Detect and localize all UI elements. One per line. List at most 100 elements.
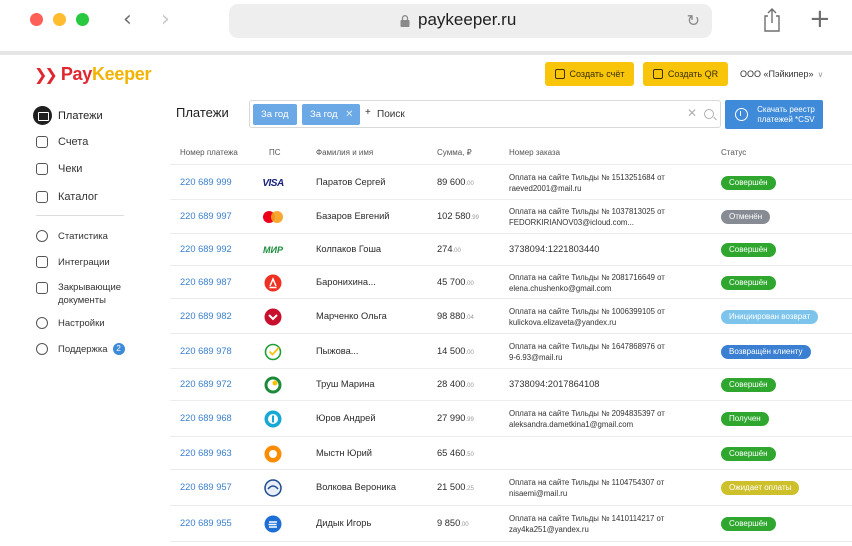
status-badge: Отменён (721, 210, 771, 224)
maximize-window-button[interactable] (76, 13, 89, 26)
customer-name: Базаров Евгений (316, 211, 390, 221)
rshb-icon (262, 376, 284, 394)
new-tab-plus-icon[interactable]: + (809, 4, 831, 34)
address-bar[interactable]: paykeeper.ru ↻ (229, 4, 712, 38)
lock-icon (400, 15, 410, 27)
table-row[interactable]: 220 689 968 Юров Андрей 27 990.99 Оплата на… (170, 401, 852, 437)
column-header-payment-system[interactable]: ПС (269, 148, 281, 157)
payment-number-link[interactable]: 220 689 997 (180, 211, 232, 221)
sidebar-divider (36, 215, 124, 216)
customer-name: Марченко Ольга (316, 311, 387, 321)
download-icon (735, 108, 748, 121)
sidebar-item-catalog[interactable]: Каталог (36, 191, 98, 203)
company-menu[interactable]: ООО «Пэйкипер» ∨ (740, 69, 823, 79)
payment-number-link[interactable]: 220 689 957 (180, 482, 232, 492)
create-qr-button[interactable]: Создать QR (643, 62, 728, 86)
customer-name: Волкова Вероника (316, 482, 397, 492)
payment-number-link[interactable]: 220 689 978 (180, 346, 232, 356)
payment-number-link[interactable]: 220 689 963 (180, 448, 232, 458)
payment-number-link[interactable]: 220 689 972 (180, 379, 232, 389)
sidebar-item-receipts[interactable]: Чеки (36, 163, 82, 175)
column-header-status[interactable]: Статус (721, 148, 746, 157)
customer-name: Колпаков Гоша (316, 244, 382, 254)
column-header-sum[interactable]: Сумма, ₽ (437, 148, 472, 157)
share-icon[interactable] (762, 8, 782, 32)
sidebar-item-support[interactable]: Поддержка 2 (36, 343, 125, 355)
table-row[interactable]: 220 689 963 Мыстн Юрий 65 460.50 Совершён (170, 437, 852, 470)
status-badge: Совершён (721, 447, 776, 461)
table-row[interactable]: 220 689 955 Дидык Игорь 9 850.00 Оплата на … (170, 506, 852, 542)
table-row[interactable]: 220 689 972 Труш Марина 28 400.00 3738094:2… (170, 369, 852, 401)
table-row[interactable]: 220 689 992 МИР Колпаков Гоша 274.00 3738094… (170, 234, 852, 266)
paykeeper-logo[interactable]: ❯❯ PayKeeper (34, 63, 151, 85)
period-filter-chip[interactable]: За год (253, 104, 297, 125)
status-badge: Получен (721, 412, 769, 426)
tinkoff-pay-icon (262, 410, 284, 428)
table-row[interactable]: 220 689 957 Волкова Вероника 21 500.25 Опла… (170, 470, 852, 506)
payment-number-link[interactable]: 220 689 999 (180, 177, 232, 187)
order-number: Оплата на сайте Тильды № 1006399105 от ku… (509, 307, 665, 327)
column-header-order-number[interactable]: Номер заказа (509, 148, 560, 157)
column-header-name[interactable]: Фамилия и имя (316, 148, 373, 157)
clear-search-icon[interactable]: ✕ (687, 106, 697, 120)
sidebar-item-statistics[interactable]: Статистика (36, 230, 108, 242)
close-window-button[interactable] (30, 13, 43, 26)
visa-icon: VISA (262, 177, 284, 189)
psb-icon (262, 308, 284, 326)
add-filter-icon[interactable]: + (365, 107, 371, 118)
vtb-pay-icon (262, 515, 284, 533)
customer-name: Дидык Игорь (316, 518, 372, 528)
payment-amount: 21 500.25 (437, 482, 474, 492)
sidebar-item-label: Поддержка (58, 343, 108, 355)
customer-name: Труш Марина (316, 379, 375, 389)
table-row[interactable]: 220 689 987 Баронихина... 45 700.00 Оплата … (170, 266, 852, 299)
payment-number-link[interactable]: 220 689 987 (180, 277, 232, 287)
sidebar-item-invoices[interactable]: Счета (36, 136, 88, 148)
qr-icon (652, 69, 663, 79)
qiwi-icon (262, 445, 284, 463)
page-title: Платежи (176, 105, 229, 120)
status-badge: Совершён (721, 276, 776, 290)
customer-name: Паратов Сергей (316, 177, 386, 187)
remove-chip-icon[interactable]: ✕ (345, 104, 353, 125)
gazprom-icon (262, 479, 284, 497)
sidebar-item-settings[interactable]: Настройки (36, 317, 105, 329)
minimize-window-button[interactable] (53, 13, 66, 26)
order-number: Оплата на сайте Тильды № 1410114217 от za… (509, 514, 665, 534)
create-invoice-button[interactable]: Создать счёт (545, 62, 634, 86)
support-count-badge: 2 (112, 343, 125, 355)
table-row[interactable]: 220 689 999 VISA Паратов Сергей 89 600.00 Оп… (170, 165, 852, 200)
payment-number-link[interactable]: 220 689 968 (180, 413, 232, 423)
table-row[interactable]: 220 689 978 Пыжова... 14 500.00 Оплата на с… (170, 334, 852, 369)
payment-number-link[interactable]: 220 689 992 (180, 244, 232, 254)
order-number: 3738094:1221803440 (509, 244, 600, 254)
payment-amount: 45 700.00 (437, 277, 474, 287)
invoice-icon (554, 69, 565, 79)
order-number: Оплата на сайте Тильды № 2081716649 от el… (509, 273, 665, 293)
payment-amount: 65 460.50 (437, 448, 474, 458)
sidebar-item-integrations[interactable]: Интеграции (36, 256, 110, 268)
alfa-icon (262, 274, 284, 292)
payment-number-link[interactable]: 220 689 955 (180, 518, 232, 528)
table-row[interactable]: 220 689 982 Марченко Ольга 98 880.04 Оплата… (170, 299, 852, 334)
mastercard-icon (262, 208, 284, 226)
sber-icon (262, 343, 284, 361)
sidebar-item-payments[interactable]: Платежи (33, 106, 103, 125)
payment-amount: 28 400.00 (437, 379, 474, 389)
search-icon[interactable] (704, 109, 714, 119)
status-badge: Совершён (721, 243, 776, 257)
customer-name: Мыстн Юрий (316, 448, 372, 458)
download-csv-button[interactable]: Скачать реестр платежей *CSV (725, 100, 823, 129)
back-arrow-icon[interactable]: ‹ (123, 8, 132, 32)
filter-search-bar[interactable]: За год За год✕ + ✕ (249, 100, 721, 128)
period-filter-chip-removable[interactable]: За год ✕ (302, 104, 360, 125)
payment-number-link[interactable]: 220 689 982 (180, 311, 232, 321)
forward-arrow-icon[interactable]: › (161, 8, 170, 32)
payment-amount: 102 580.99 (437, 211, 479, 221)
receipts-icon (36, 163, 48, 175)
reload-icon[interactable]: ↻ (687, 11, 700, 30)
search-input[interactable] (377, 106, 637, 122)
sidebar-item-closing-documents[interactable]: Закрывающие документы (36, 281, 136, 307)
table-row[interactable]: 220 689 997 Базаров Евгений 102 580.99 Опла… (170, 200, 852, 234)
column-header-payment-number[interactable]: Номер платежа (180, 148, 238, 157)
